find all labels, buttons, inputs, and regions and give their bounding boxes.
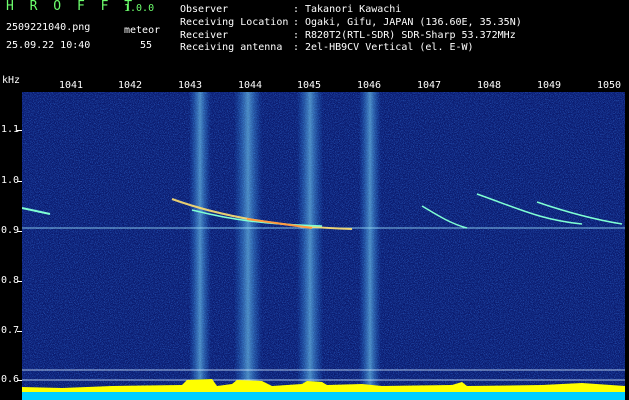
observer-colon: : [293,4,300,15]
x-tick-label: 1045 [297,80,322,91]
x-tick-label: 1042 [118,80,143,91]
noise-floor-bar [22,392,625,400]
meteor-count: 55 [140,40,153,51]
observer-value: Takanori Kawachi [305,4,402,15]
x-tick-label: 1044 [238,80,263,91]
app-version: 1.0.0 [124,3,155,14]
x-tick-label: 1047 [417,80,442,91]
x-tick-label: 1050 [597,80,622,91]
app-title: H R O F F T [6,0,137,14]
antenna-key: Receiving antenna [180,42,283,53]
header-panel: H R O F F T 1.0.0 2509221040.png meteor … [0,0,629,74]
antenna-colon: : [293,42,300,53]
x-tick-label: 1041 [59,80,84,91]
signal-band [297,92,323,392]
observation-datetime: 25.09.22 10:40 [6,40,91,51]
location-colon: : [293,17,300,28]
y-axis-unit: kHz [2,75,21,86]
antenna-value: 2el-HB9CV Vertical (el. E-W) [305,42,474,53]
spectrogram-noise [22,92,625,400]
location-value: Ogaki, Gifu, JAPAN (136.60E, 35.35N) [305,17,522,28]
receiver-value: R820T2(RTL-SDR) SDR-Sharp 53.372MHz [305,30,516,41]
x-tick-label: 1043 [178,80,203,91]
file-name: 2509221040.png [6,22,91,33]
x-tick-label: 1048 [477,80,502,91]
signal-band [189,92,211,392]
x-tick-label: 1049 [537,80,562,91]
receiver-key: Receiver [180,30,229,41]
receiver-colon: : [293,30,300,41]
observer-key: Observer [180,4,229,15]
x-tick-label: 1046 [357,80,382,91]
signal-band [234,92,262,392]
spectrogram [22,92,625,400]
signal-band [359,92,381,392]
meteor-label: meteor [124,25,161,36]
location-key: Receiving Location [180,17,289,28]
